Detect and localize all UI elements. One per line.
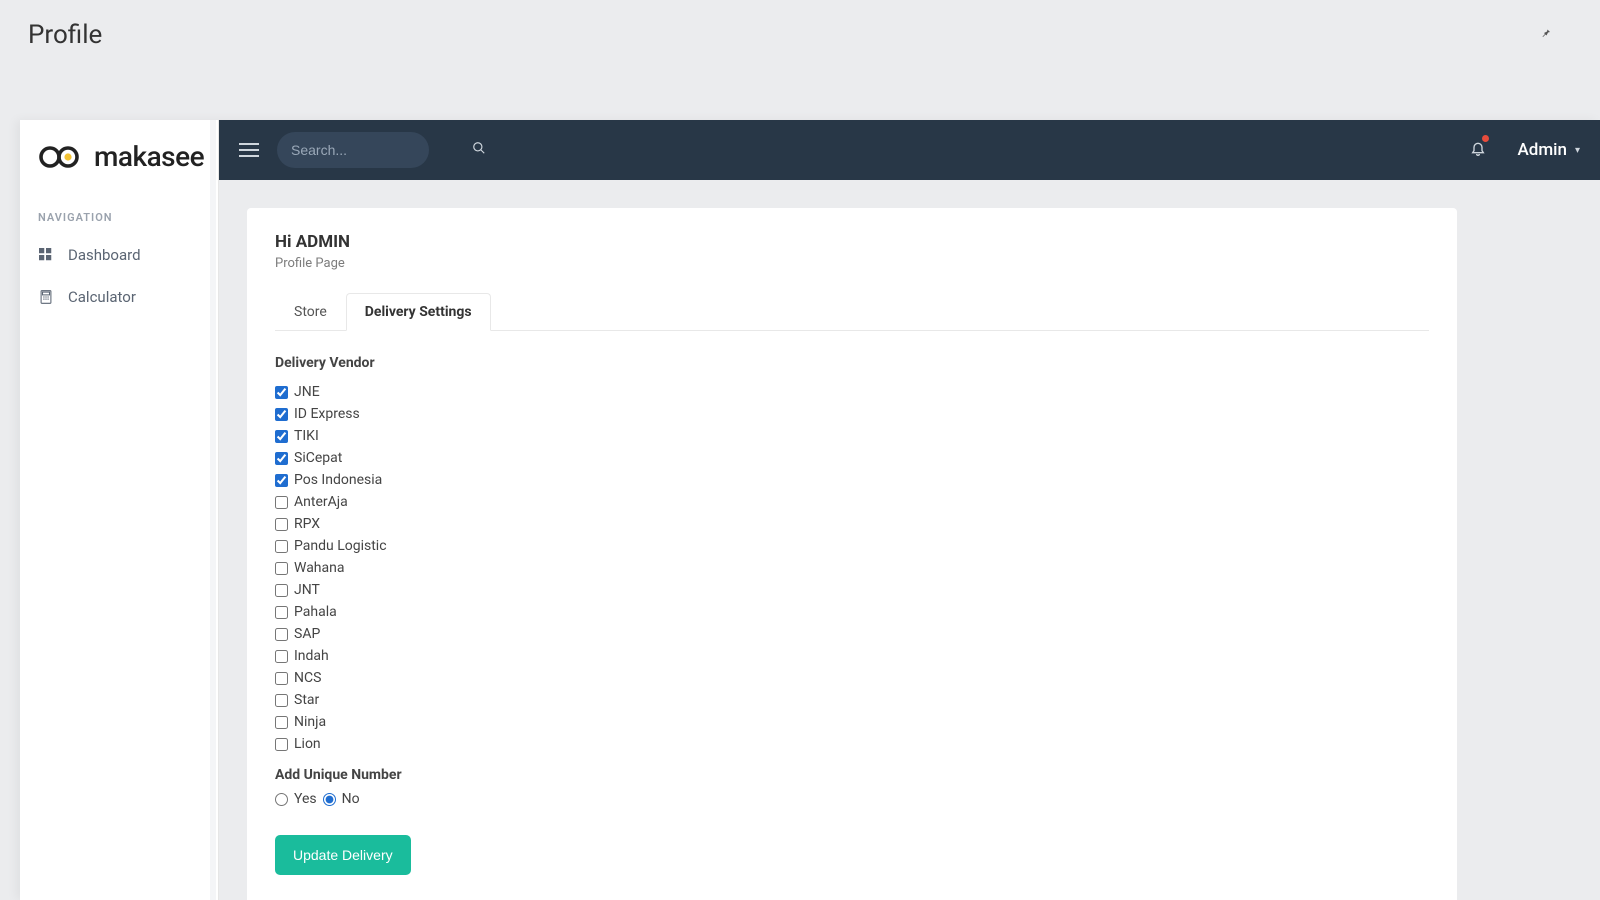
vendor-row: AnterAja [275, 491, 1429, 513]
vendor-label: Pandu Logistic [294, 535, 387, 557]
vendor-label: JNT [294, 579, 320, 601]
search-icon[interactable] [472, 141, 486, 159]
vendor-label: Wahana [294, 557, 344, 579]
vendor-row: Pandu Logistic [275, 535, 1429, 557]
unique-number-options: Yes No [275, 791, 1429, 807]
vendor-checkbox[interactable] [275, 628, 288, 641]
vendor-checkbox[interactable] [275, 518, 288, 531]
vendor-label: Star [294, 689, 319, 711]
topbar: Admin ▾ [219, 120, 1600, 180]
vendor-row: RPX [275, 513, 1429, 535]
vendor-checkbox[interactable] [275, 430, 288, 443]
app-shell: makasee NAVIGATION Dashboard Calculator [20, 120, 1600, 900]
search-input[interactable] [291, 142, 472, 158]
tabs: Store Delivery Settings [275, 293, 1429, 331]
notification-dot-icon [1482, 135, 1489, 142]
brand-name: makasee [94, 140, 204, 173]
content: Hi ADMIN Profile Page Store Delivery Set… [219, 180, 1600, 900]
menu-toggle-button[interactable] [239, 143, 259, 157]
vendor-label: JNE [294, 381, 320, 403]
brand: makasee [20, 120, 218, 193]
vendor-row: SAP [275, 623, 1429, 645]
vendor-label: Pos Indonesia [294, 469, 382, 491]
profile-card: Hi ADMIN Profile Page Store Delivery Set… [247, 208, 1457, 900]
vendor-list: JNEID ExpressTIKISiCepatPos IndonesiaAnt… [275, 381, 1429, 755]
pin-icon[interactable] [1540, 26, 1552, 44]
vendor-checkbox[interactable] [275, 540, 288, 553]
vendor-label: TIKI [294, 425, 319, 447]
page-header: Profile [0, 0, 1600, 70]
vendor-checkbox[interactable] [275, 716, 288, 729]
user-name: Admin [1518, 140, 1567, 160]
unique-no-label: No [342, 791, 360, 807]
unique-number-heading: Add Unique Number [275, 767, 1429, 783]
update-delivery-button[interactable]: Update Delivery [275, 835, 411, 875]
notifications-button[interactable] [1470, 139, 1486, 161]
sidebar-item-label: Dashboard [68, 246, 141, 264]
vendor-row: ID Express [275, 403, 1429, 425]
unique-yes-radio[interactable] [275, 793, 288, 806]
vendor-checkbox[interactable] [275, 584, 288, 597]
vendor-label: RPX [294, 513, 320, 535]
vendor-label: ID Express [294, 403, 360, 425]
unique-no-radio[interactable] [323, 793, 336, 806]
vendor-checkbox[interactable] [275, 738, 288, 751]
vendor-checkbox[interactable] [275, 496, 288, 509]
nav-heading: NAVIGATION [20, 193, 218, 234]
vendor-checkbox[interactable] [275, 562, 288, 575]
tab-label: Delivery Settings [365, 304, 472, 320]
vendor-row: NCS [275, 667, 1429, 689]
vendor-label: Ninja [294, 711, 326, 733]
card-title: Hi ADMIN [275, 232, 1429, 252]
calculator-icon [38, 289, 54, 305]
vendor-label: AnterAja [294, 491, 348, 513]
vendor-label: NCS [294, 667, 321, 689]
vendor-row: Ninja [275, 711, 1429, 733]
vendor-label: SAP [294, 623, 320, 645]
vendor-row: Indah [275, 645, 1429, 667]
vendor-checkbox[interactable] [275, 650, 288, 663]
vendor-row: TIKI [275, 425, 1429, 447]
sidebar-item-label: Calculator [68, 288, 136, 306]
vendor-row: Pos Indonesia [275, 469, 1429, 491]
vendor-checkbox[interactable] [275, 386, 288, 399]
sidebar-item-dashboard[interactable]: Dashboard [20, 234, 218, 276]
sidebar: makasee NAVIGATION Dashboard Calculator [20, 120, 219, 900]
page-title: Profile [28, 20, 1540, 50]
vendor-row: JNT [275, 579, 1429, 601]
vendor-row: SiCepat [275, 447, 1429, 469]
vendor-checkbox[interactable] [275, 408, 288, 421]
vendor-label: Indah [294, 645, 329, 667]
tab-label: Store [294, 304, 327, 320]
vendor-row: Pahala [275, 601, 1429, 623]
sidebar-item-calculator[interactable]: Calculator [20, 276, 218, 318]
vendor-row: Star [275, 689, 1429, 711]
tab-delivery-settings[interactable]: Delivery Settings [346, 293, 491, 331]
vendor-checkbox[interactable] [275, 452, 288, 465]
vendor-label: Lion [294, 733, 321, 755]
vendor-checkbox[interactable] [275, 672, 288, 685]
unique-yes-label: Yes [294, 791, 317, 807]
card-subtitle: Profile Page [275, 256, 1429, 271]
vendor-label: SiCepat [294, 447, 342, 469]
vendor-label: Pahala [294, 601, 337, 623]
dashboard-icon [38, 247, 54, 263]
user-menu[interactable]: Admin ▾ [1518, 140, 1581, 160]
vendor-checkbox[interactable] [275, 474, 288, 487]
brand-logo-icon [38, 143, 86, 171]
vendor-row: Lion [275, 733, 1429, 755]
vendor-checkbox[interactable] [275, 694, 288, 707]
vendor-row: Wahana [275, 557, 1429, 579]
vendor-row: JNE [275, 381, 1429, 403]
main: Admin ▾ Hi ADMIN Profile Page Store Deli… [219, 120, 1600, 900]
search-field[interactable] [277, 132, 429, 168]
vendor-checkbox[interactable] [275, 606, 288, 619]
chevron-down-icon: ▾ [1575, 145, 1580, 156]
delivery-vendor-heading: Delivery Vendor [275, 355, 1429, 371]
tab-store[interactable]: Store [275, 293, 346, 331]
